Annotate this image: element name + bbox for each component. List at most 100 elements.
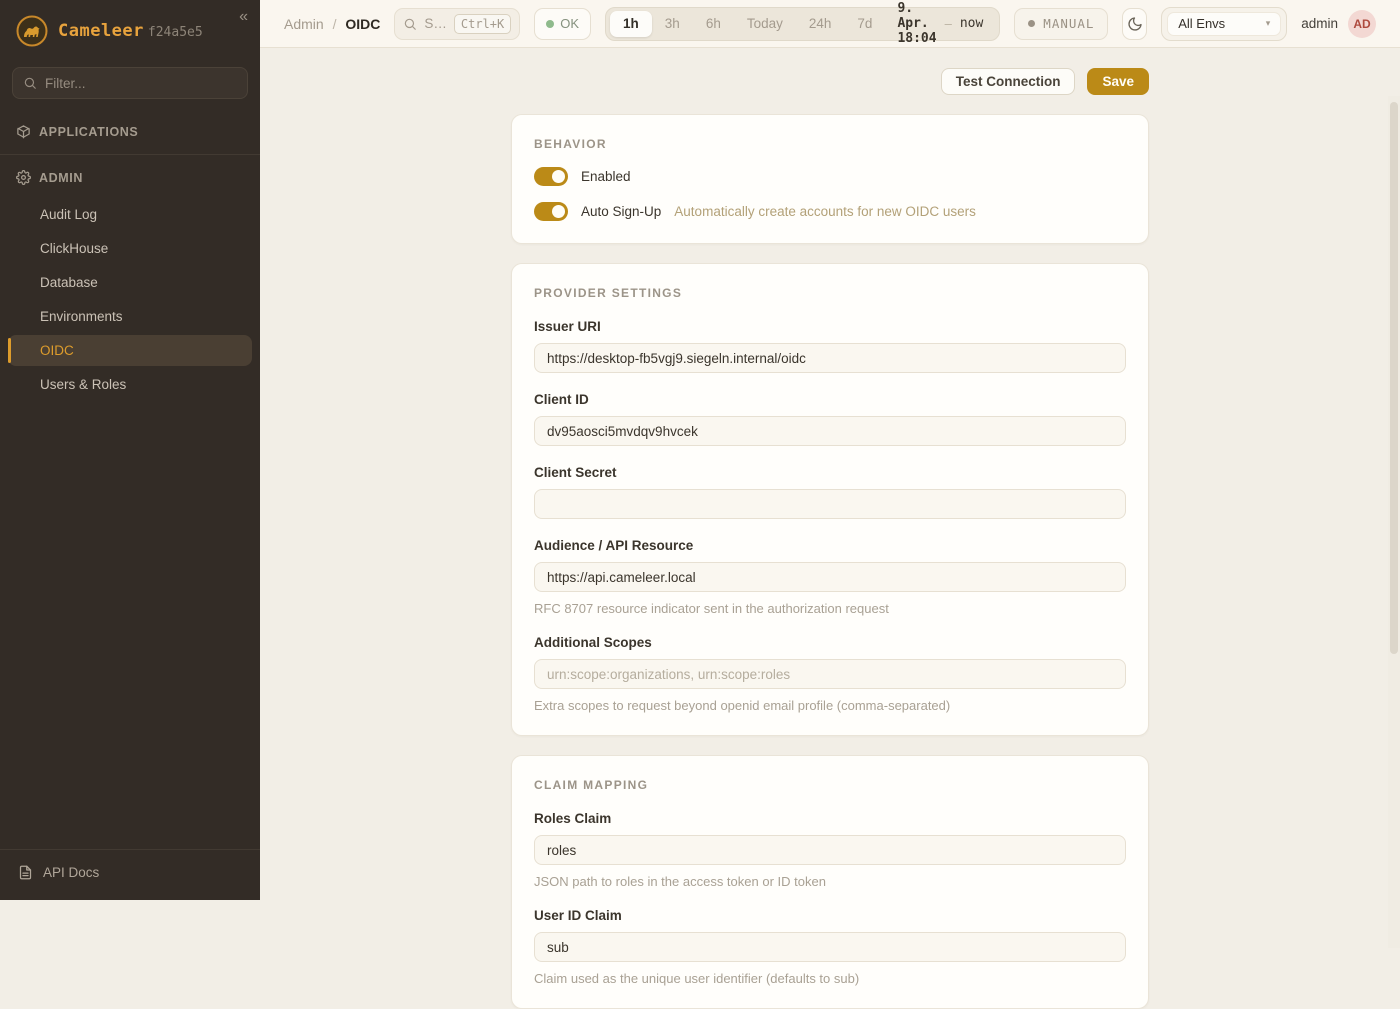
moon-icon (1127, 16, 1143, 32)
status-badge[interactable]: OK (534, 8, 591, 40)
roles-claim-label: Roles Claim (534, 811, 1126, 826)
auto-signup-hint: Automatically create accounts for new OI… (674, 204, 976, 219)
avatar[interactable]: AD (1348, 10, 1376, 38)
sidebar-item-oidc[interactable]: OIDC (8, 335, 252, 366)
client-secret-input[interactable] (534, 489, 1126, 519)
issuer-uri-input[interactable] (534, 343, 1126, 373)
gear-icon (16, 170, 31, 185)
enabled-toggle[interactable] (534, 167, 568, 186)
status-dot-icon (546, 20, 554, 28)
sidebar-filter-input[interactable]: Filter... (12, 67, 248, 99)
additional-scopes-label: Additional Scopes (534, 635, 1126, 650)
breadcrumb-current: OIDC (345, 16, 380, 32)
auto-signup-toggle-label: Auto Sign-Up (581, 204, 661, 219)
additional-scopes-field: Additional Scopes Extra scopes to reques… (534, 635, 1126, 713)
behavior-card: BEHAVIOR Enabled Auto Sign-Up Automatica… (511, 114, 1149, 244)
admin-nav: Audit Log ClickHouse Database Environmen… (0, 196, 260, 403)
test-connection-button[interactable]: Test Connection (941, 68, 1076, 95)
main-content: Test Connection Save BEHAVIOR Enabled Au… (260, 48, 1400, 900)
manual-dot-icon (1028, 20, 1035, 27)
enabled-toggle-row: Enabled (534, 167, 1126, 186)
issuer-uri-label: Issuer URI (534, 319, 1126, 334)
client-id-field: Client ID (534, 392, 1126, 446)
client-id-label: Client ID (534, 392, 1126, 407)
time-range-selector: 1h 3h 6h Today 24h 7d 9. Apr. 18:04 – no… (605, 7, 1000, 41)
sidebar-footer-api-docs[interactable]: API Docs (0, 849, 260, 900)
search-icon (403, 17, 417, 31)
user-id-claim-input[interactable] (534, 932, 1126, 962)
top-bar: Admin / OIDC S… Ctrl+K OK 1h 3h 6h Today… (260, 0, 1400, 48)
filter-placeholder: Filter... (45, 76, 86, 91)
search-icon (23, 76, 37, 90)
additional-scopes-input[interactable] (534, 659, 1126, 689)
sidebar-item-clickhouse[interactable]: ClickHouse (8, 233, 252, 264)
environment-select-inner: All Envs ▾ (1167, 12, 1281, 36)
claim-mapping-card: CLAIM MAPPING Roles Claim JSON path to r… (511, 755, 1149, 1009)
user-name: admin (1301, 16, 1338, 31)
api-docs-label: API Docs (43, 865, 99, 880)
package-icon (16, 124, 31, 139)
user-group: admin AD (1301, 10, 1376, 38)
time-range-3h[interactable]: 3h (652, 11, 693, 37)
client-id-input[interactable] (534, 416, 1126, 446)
auto-signup-toggle-row: Auto Sign-Up Automatically create accoun… (534, 202, 1126, 221)
time-range-display[interactable]: 9. Apr. 18:04 – now (885, 1, 995, 46)
sidebar-divider (0, 154, 260, 155)
issuer-uri-field: Issuer URI (534, 319, 1126, 373)
breadcrumb-separator: / (333, 16, 337, 32)
client-secret-field: Client Secret (534, 465, 1126, 519)
page-actions: Test Connection Save (511, 68, 1149, 95)
enabled-toggle-label: Enabled (581, 169, 631, 184)
time-range-today[interactable]: Today (734, 11, 796, 37)
sidebar-item-audit-log[interactable]: Audit Log (8, 199, 252, 230)
app-version-hash: f24a5e5 (148, 25, 203, 40)
camel-logo-icon (16, 15, 48, 47)
refresh-mode-button[interactable]: MANUAL (1014, 8, 1108, 40)
time-range-6h[interactable]: 6h (693, 11, 734, 37)
sidebar: Cameleer f24a5e5 « Filter... APPLICATIONS… (0, 0, 260, 900)
provider-card-title: PROVIDER SETTINGS (534, 286, 1126, 300)
search-shortcut-badge: Ctrl+K (454, 14, 511, 34)
sidebar-header: Cameleer f24a5e5 « (0, 0, 260, 59)
time-range-1h[interactable]: 1h (610, 11, 652, 37)
sidebar-section-applications[interactable]: APPLICATIONS (0, 113, 260, 150)
save-button[interactable]: Save (1087, 68, 1149, 95)
auto-signup-toggle[interactable] (534, 202, 568, 221)
audience-label: Audience / API Resource (534, 538, 1126, 553)
global-search-input[interactable]: S… Ctrl+K (394, 8, 520, 40)
section-label: APPLICATIONS (39, 125, 138, 139)
sidebar-section-admin[interactable]: ADMIN (0, 159, 260, 196)
breadcrumb-admin[interactable]: Admin (284, 16, 324, 32)
user-id-claim-hint: Claim used as the unique user identifier… (534, 971, 1126, 986)
chevron-down-icon: ▾ (1266, 18, 1271, 29)
audience-input[interactable] (534, 562, 1126, 592)
section-label: ADMIN (39, 171, 83, 185)
search-placeholder: S… (424, 16, 447, 31)
client-secret-label: Client Secret (534, 465, 1126, 480)
scrollbar-thumb[interactable] (1390, 102, 1398, 654)
claim-card-title: CLAIM MAPPING (534, 778, 1126, 792)
app-logo-text: Cameleer (58, 21, 144, 41)
roles-claim-field: Roles Claim JSON path to roles in the ac… (534, 811, 1126, 889)
time-separator: – (945, 16, 952, 31)
sidebar-item-users-roles[interactable]: Users & Roles (8, 369, 252, 400)
provider-settings-card: PROVIDER SETTINGS Issuer URI Client ID C… (511, 263, 1149, 736)
sidebar-item-environments[interactable]: Environments (8, 301, 252, 332)
sidebar-collapse-icon[interactable]: « (239, 8, 248, 26)
audience-hint: RFC 8707 resource indicator sent in the … (534, 601, 1126, 616)
user-id-claim-label: User ID Claim (534, 908, 1126, 923)
document-icon (18, 865, 33, 880)
behavior-card-title: BEHAVIOR (534, 137, 1126, 151)
theme-toggle-button[interactable] (1122, 8, 1147, 40)
time-from: 9. Apr. 18:04 (897, 1, 936, 46)
time-range-24h[interactable]: 24h (796, 11, 845, 37)
sidebar-item-database[interactable]: Database (8, 267, 252, 298)
environment-select[interactable]: All Envs ▾ (1161, 7, 1287, 41)
time-to: now (960, 16, 983, 31)
breadcrumb: Admin / OIDC (284, 16, 380, 32)
manual-label: MANUAL (1043, 16, 1094, 31)
time-range-7d[interactable]: 7d (844, 11, 885, 37)
audience-field: Audience / API Resource RFC 8707 resourc… (534, 538, 1126, 616)
status-label: OK (560, 16, 579, 31)
roles-claim-input[interactable] (534, 835, 1126, 865)
